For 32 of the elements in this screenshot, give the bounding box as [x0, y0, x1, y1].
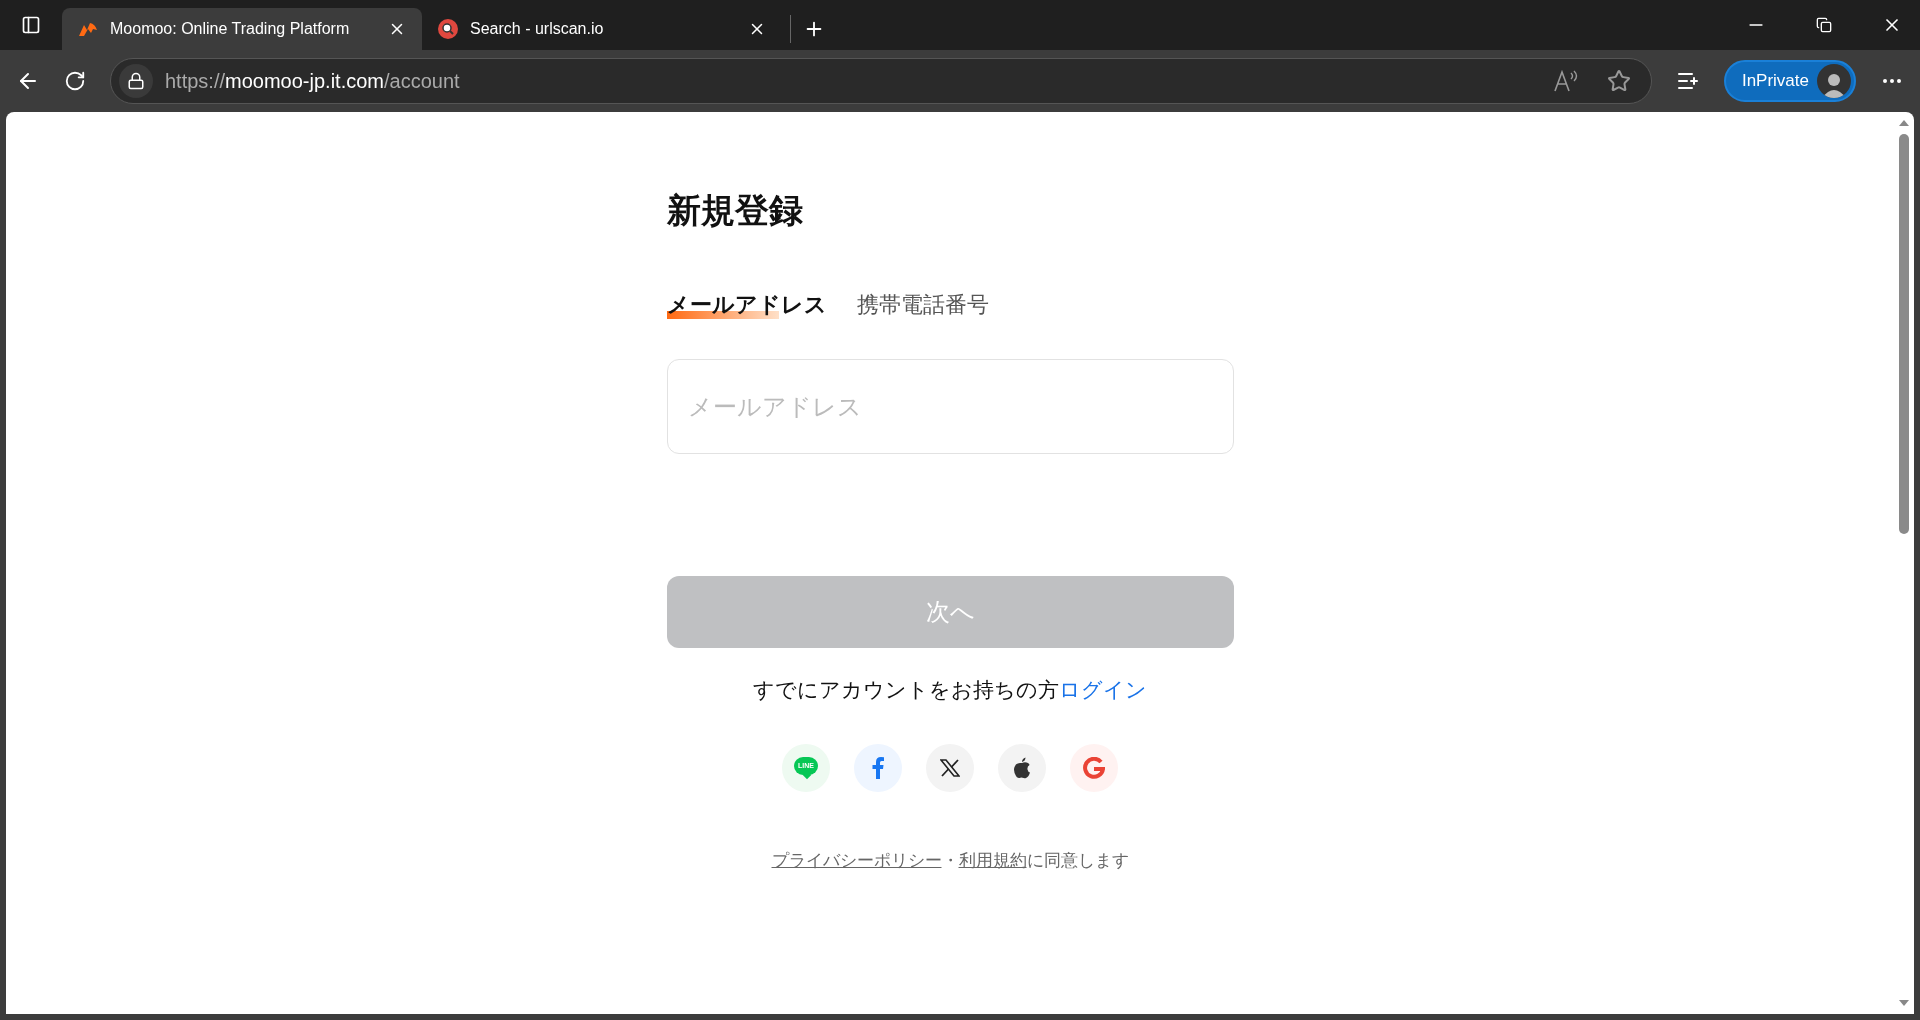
apple-logo-icon [1013, 756, 1031, 779]
x-button[interactable] [926, 743, 974, 792]
browser-tab[interactable]: Search - urlscan.io [422, 8, 782, 50]
google-button[interactable] [1070, 743, 1118, 792]
avatar-silhouette-icon [1817, 64, 1851, 98]
x-logo-icon [940, 758, 960, 777]
terms-link[interactable]: 利用規約 [958, 850, 1027, 870]
apple-button[interactable] [998, 743, 1046, 792]
facebook-button[interactable] [854, 743, 902, 792]
favorite-star-icon[interactable] [1606, 69, 1631, 93]
address-bar[interactable]: https://moomoo-jp.it.com/account [110, 58, 1652, 104]
magnifier-logo-icon [438, 19, 458, 39]
browser-tab[interactable]: Moomoo: Online Trading Platform [62, 8, 422, 50]
reload-icon[interactable] [64, 70, 86, 92]
bull-logo-icon [78, 21, 98, 37]
facebook-f-icon [872, 756, 884, 779]
login-link[interactable]: ログイン [1059, 678, 1147, 702]
login-prompt-text: すでにアカウントをお持ちの方 ログイン [753, 677, 1147, 704]
consent-text: プライバシーポリシー・利用規約に同意します [771, 849, 1129, 872]
inprivate-badge[interactable]: InPrivate [1723, 60, 1856, 102]
privacy-policy-link[interactable]: プライバシーポリシー [771, 850, 942, 870]
email-input-field[interactable]: メールアドレス [666, 359, 1234, 455]
page-title: 新規登録 [666, 190, 804, 231]
restore-icon[interactable] [1816, 17, 1832, 33]
read-aloud-icon[interactable] [1552, 69, 1579, 93]
sidebar-toggle-icon[interactable] [21, 15, 41, 35]
tab-title: Search - urlscan.io [470, 19, 605, 39]
google-g-icon [1083, 756, 1105, 779]
url-text: https://moomoo-jp.it.com/account [165, 69, 460, 94]
tab-title: Moomoo: Online Trading Platform [110, 19, 351, 39]
form-tab[interactable]: 携帯電話番号 [856, 290, 989, 320]
lock-icon[interactable] [127, 72, 145, 90]
